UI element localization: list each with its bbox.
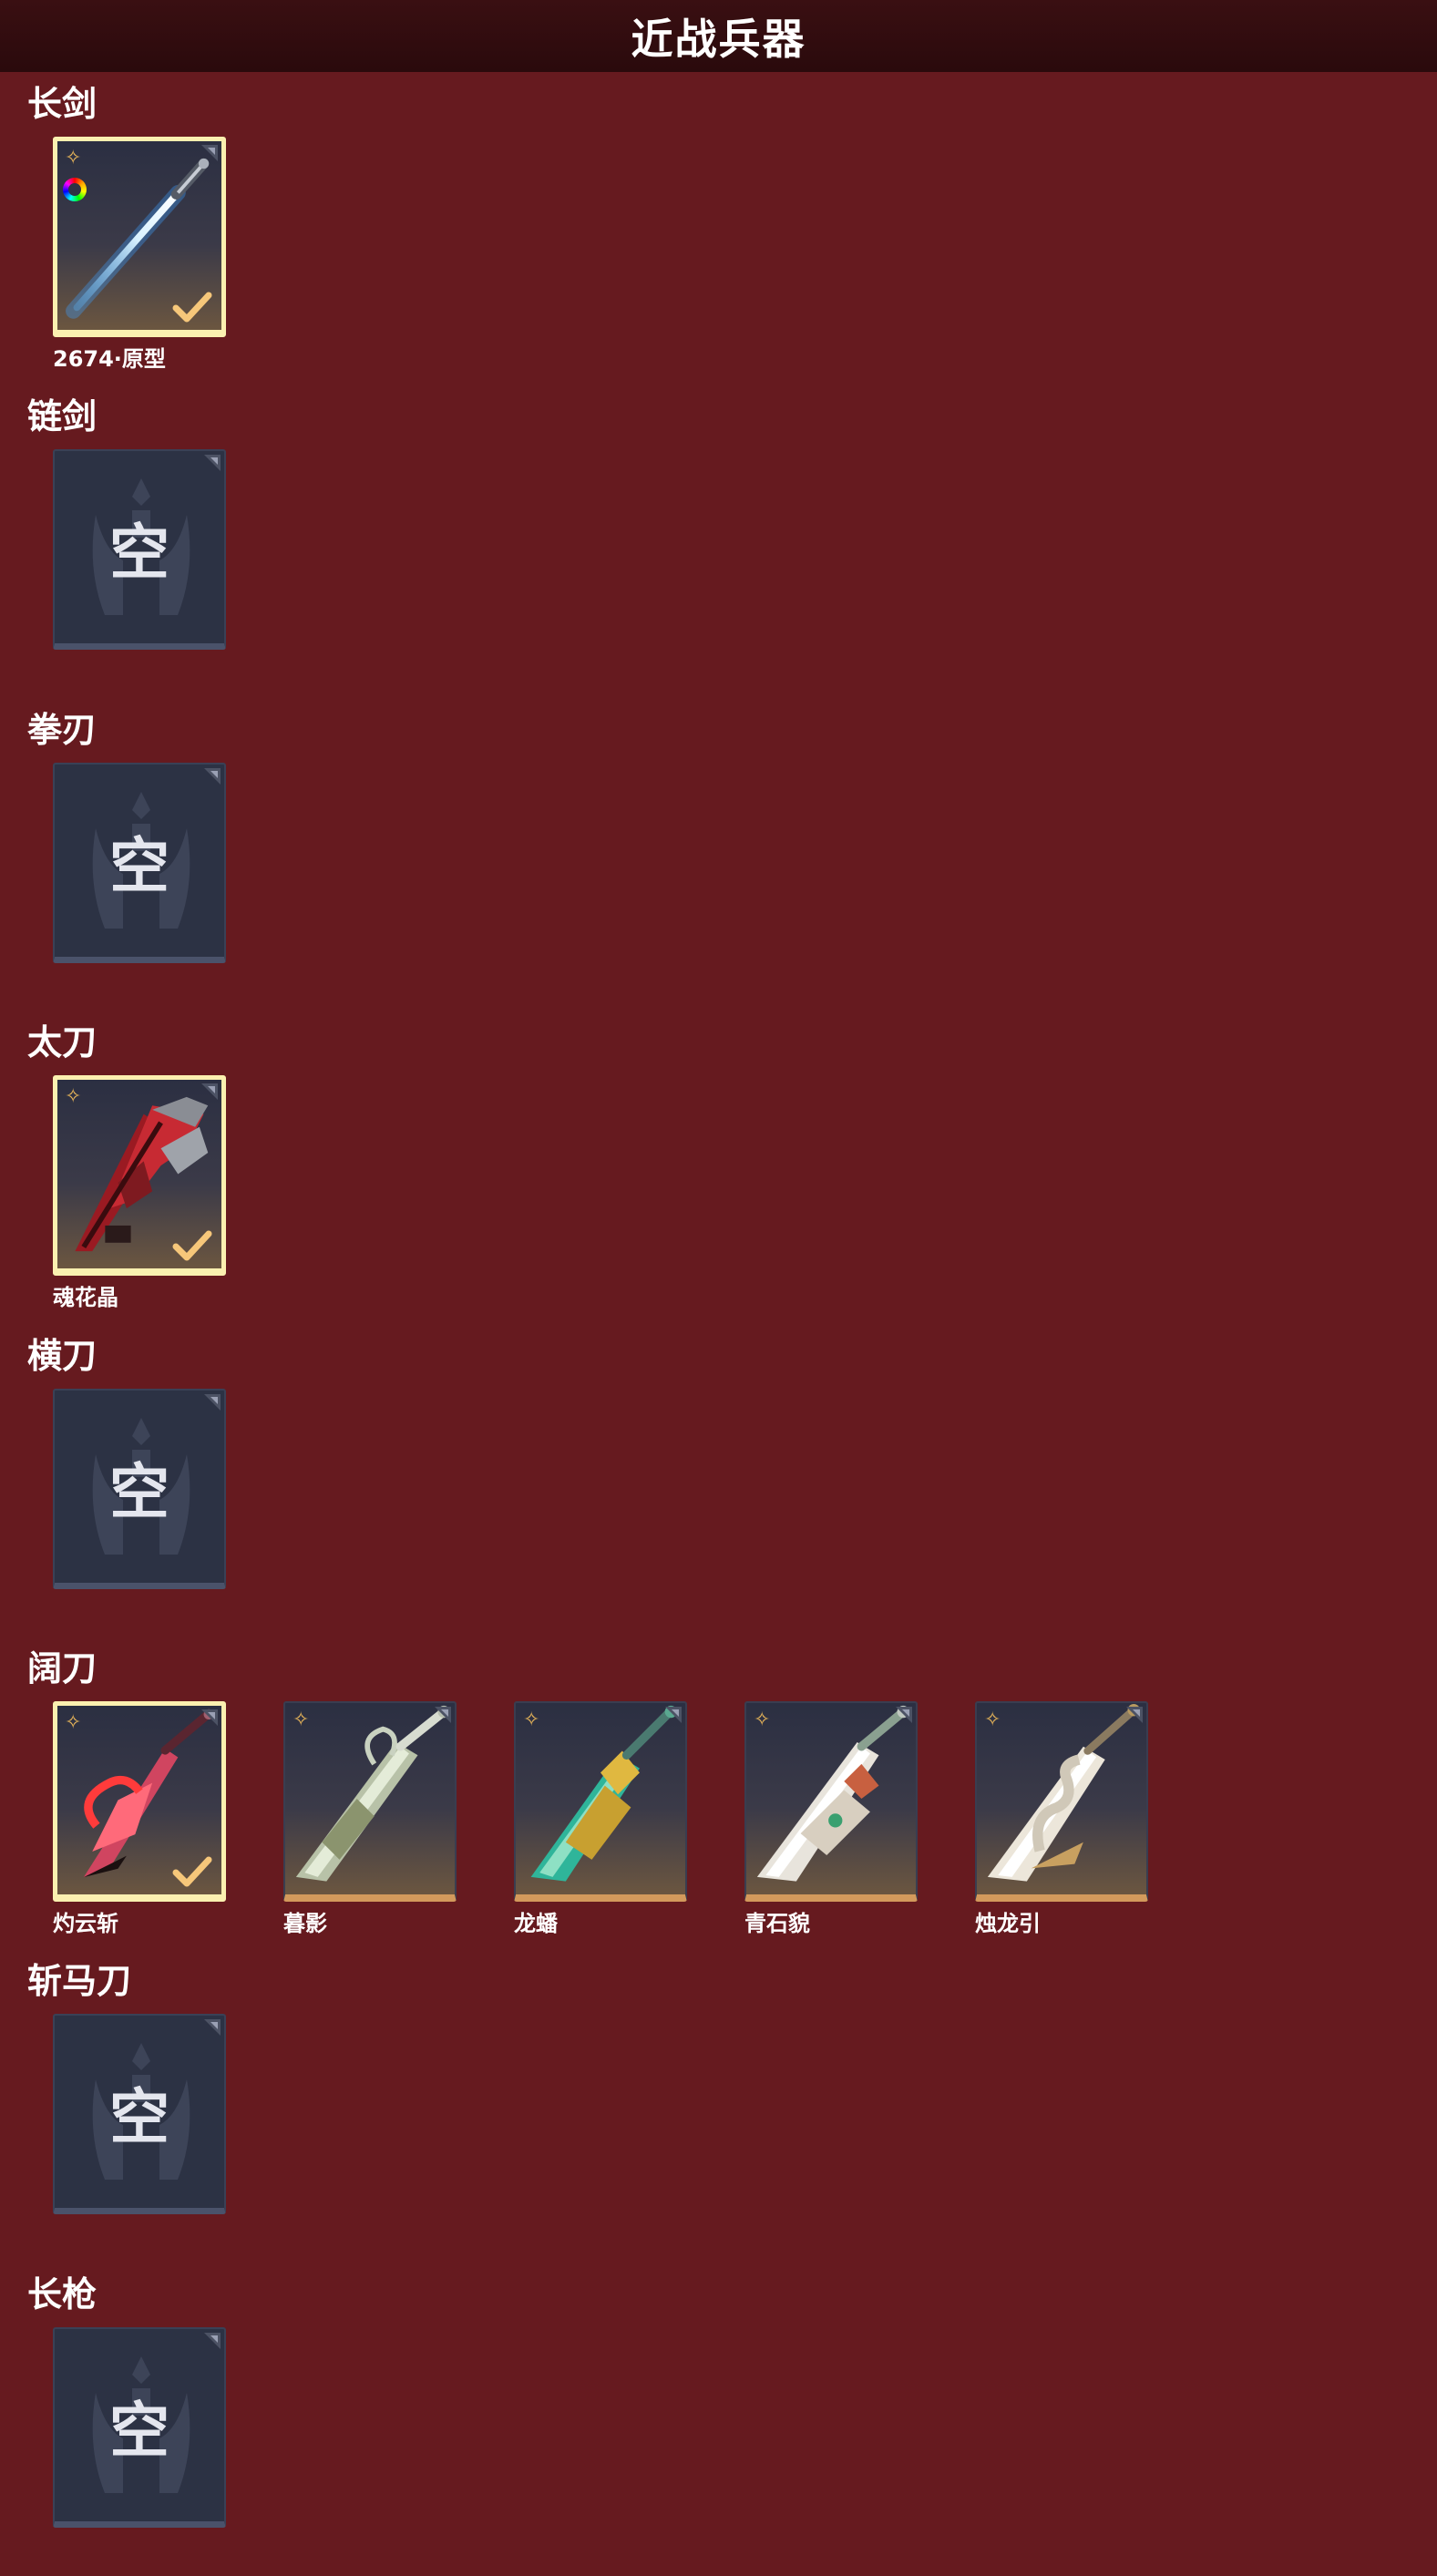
- equipped-check-icon: [172, 1230, 212, 1261]
- empty-slot-label: 空: [109, 2081, 169, 2152]
- empty-weapon-slot[interactable]: 空: [53, 2014, 230, 2214]
- weapon-card[interactable]: ✧: [283, 1701, 457, 1902]
- empty-slot-card[interactable]: 空: [53, 2327, 226, 2528]
- weapon-card[interactable]: ✧: [744, 1701, 918, 1902]
- equipped-check-icon: [172, 292, 212, 323]
- rarity-star-icon: ✧: [523, 1709, 540, 1731]
- empty-slot-card[interactable]: 空: [53, 763, 226, 963]
- empty-weapon-slot[interactable]: 空: [53, 1389, 230, 1589]
- weapon-slot[interactable]: ✧ 暮影: [283, 1701, 460, 1937]
- empty-slot-label: 空: [109, 517, 169, 588]
- category-label: 链剑: [27, 396, 98, 436]
- weapon-name: 魂花晶: [53, 1285, 118, 1310]
- empty-slot-label: 空: [109, 2395, 169, 2466]
- weapon-image: [530, 1705, 677, 1882]
- weapon-name: 青石貌: [744, 1911, 810, 1936]
- weapon-card[interactable]: ✧: [975, 1701, 1148, 1902]
- empty-weapon-slot[interactable]: 空: [53, 763, 230, 963]
- empty-slot-label: 空: [109, 1456, 169, 1527]
- rarity-star-icon: ✧: [293, 1709, 310, 1731]
- weapon-name: 烛龙引: [975, 1911, 1041, 1936]
- category-label: 横刀: [27, 1336, 98, 1376]
- weapon-name: 暮影: [283, 1911, 327, 1936]
- weapon-card[interactable]: ✧: [53, 1701, 226, 1902]
- weapon-slot[interactable]: ✧ 2674·原型: [53, 137, 230, 373]
- rarity-star-icon: ✧: [984, 1709, 1001, 1731]
- equipped-check-icon: [172, 1856, 212, 1887]
- weapon-slot[interactable]: ✧ 烛龙引: [975, 1701, 1152, 1937]
- weapon-slot[interactable]: ✧ 龙蟠: [514, 1701, 691, 1937]
- weapon-image: [987, 1703, 1140, 1882]
- empty-slot-card[interactable]: 空: [53, 1389, 226, 1589]
- category-label: 太刀: [27, 1022, 98, 1062]
- rarity-star-icon: ✧: [65, 1711, 82, 1734]
- category-label: 斩马刀: [27, 1961, 132, 2001]
- page-title: 近战兵器: [631, 14, 806, 64]
- weapon-slot[interactable]: ✧ 青石貌: [744, 1701, 921, 1937]
- empty-weapon-slot[interactable]: 空: [53, 449, 230, 650]
- weapon-name: 灼云斩: [53, 1911, 118, 1936]
- empty-weapon-slot[interactable]: 空: [53, 2327, 230, 2528]
- rarity-star-icon: ✧: [754, 1709, 771, 1731]
- empty-slot-card[interactable]: 空: [53, 449, 226, 650]
- weapon-name: 2674·原型: [53, 346, 166, 372]
- category-label: 长剑: [27, 84, 98, 124]
- weapon-slot[interactable]: ✧ 灼云斩: [53, 1701, 230, 1937]
- empty-slot-card[interactable]: 空: [53, 2014, 226, 2214]
- category-label: 阔刀: [27, 1648, 98, 1688]
- category-label: 拳刃: [27, 710, 98, 750]
- category-label: 长枪: [27, 2274, 98, 2314]
- page-title-bar: 近战兵器: [0, 0, 1437, 72]
- weapon-name: 龙蟠: [514, 1911, 558, 1936]
- empty-slot-label: 空: [109, 830, 169, 901]
- weapon-slot[interactable]: ✧ 魂花晶: [53, 1075, 230, 1311]
- weapon-card[interactable]: ✧: [53, 1075, 226, 1276]
- rarity-star-icon: ✧: [65, 147, 82, 169]
- weapon-card[interactable]: ✧: [514, 1701, 687, 1902]
- rainbow-ring-icon: [63, 178, 87, 201]
- weapon-image: [756, 1705, 909, 1882]
- weapon-image: [295, 1705, 450, 1882]
- weapon-card[interactable]: ✧: [53, 137, 226, 337]
- rarity-star-icon: ✧: [65, 1085, 82, 1108]
